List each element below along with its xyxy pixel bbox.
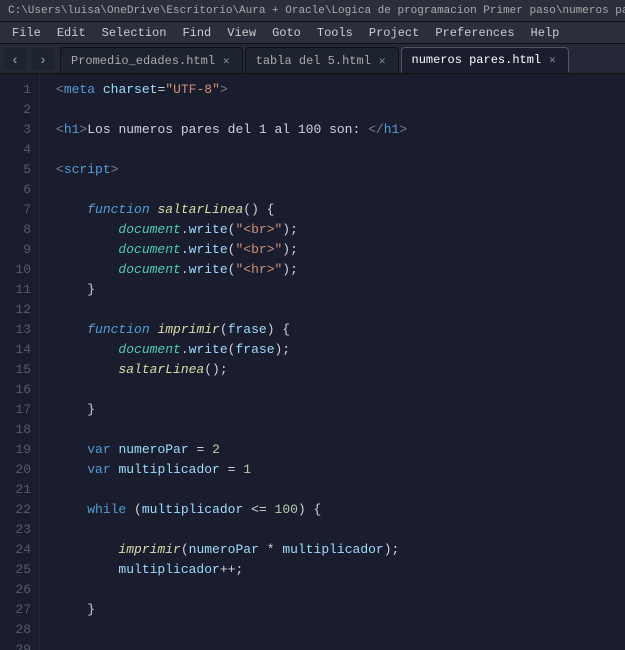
- tab-tabla[interactable]: tabla del 5.html ✕: [245, 47, 399, 73]
- code-line-2: [56, 100, 625, 120]
- line-num-17: 17: [0, 400, 31, 420]
- line-num-18: 18: [0, 420, 31, 440]
- code-line-6: [56, 180, 625, 200]
- tab-tabla-close[interactable]: ✕: [377, 53, 388, 69]
- code-line-16: [56, 380, 625, 400]
- line-num-19: 19: [0, 440, 31, 460]
- line-num-29: 29: [0, 640, 31, 650]
- line-num-23: 23: [0, 520, 31, 540]
- line-num-7: 7: [0, 200, 31, 220]
- code-line-14: document.write(frase);: [56, 340, 625, 360]
- menu-project[interactable]: Project: [361, 22, 427, 43]
- line-num-10: 10: [0, 260, 31, 280]
- code-line-24: imprimir(numeroPar * multiplicador);: [56, 540, 625, 560]
- code-line-4: [56, 140, 625, 160]
- line-num-20: 20: [0, 460, 31, 480]
- code-line-20: var multiplicador = 1: [56, 460, 625, 480]
- line-num-2: 2: [0, 100, 31, 120]
- code-line-27: }: [56, 600, 625, 620]
- code-line-5: <script>: [56, 160, 625, 180]
- line-num-21: 21: [0, 480, 31, 500]
- line-num-16: 16: [0, 380, 31, 400]
- menu-preferences[interactable]: Preferences: [427, 22, 522, 43]
- menu-edit[interactable]: Edit: [49, 22, 94, 43]
- line-num-24: 24: [0, 540, 31, 560]
- line-num-25: 25: [0, 560, 31, 580]
- menu-tools[interactable]: Tools: [309, 22, 361, 43]
- tab-numeros-close[interactable]: ✕: [547, 52, 558, 68]
- tab-nav-back[interactable]: ‹: [4, 48, 26, 70]
- code-line-11: }: [56, 280, 625, 300]
- menu-help[interactable]: Help: [523, 22, 568, 43]
- editor: 1 2 3 4 5 6 7 8 9 10 11 12 13 14 15 16 1…: [0, 74, 625, 650]
- code-line-15: saltarLinea();: [56, 360, 625, 380]
- line-num-1: 1: [0, 80, 31, 100]
- line-num-4: 4: [0, 140, 31, 160]
- menu-view[interactable]: View: [219, 22, 264, 43]
- code-area[interactable]: <meta charset="UTF-8"> <h1>Los numeros p…: [40, 74, 625, 650]
- code-line-21: [56, 480, 625, 500]
- title-bar: C:\Users\luisa\OneDrive\Escritorio\Aura …: [0, 0, 625, 22]
- line-num-28: 28: [0, 620, 31, 640]
- tab-promedio-close[interactable]: ✕: [221, 53, 232, 69]
- line-numbers: 1 2 3 4 5 6 7 8 9 10 11 12 13 14 15 16 1…: [0, 74, 40, 650]
- line-num-9: 9: [0, 240, 31, 260]
- tab-promedio[interactable]: Promedio_edades.html ✕: [60, 47, 243, 73]
- line-num-3: 3: [0, 120, 31, 140]
- line-num-5: 5: [0, 160, 31, 180]
- code-line-29: [56, 640, 625, 650]
- tab-tabla-label: tabla del 5.html: [256, 54, 371, 68]
- code-line-3: <h1>Los numeros pares del 1 al 100 son: …: [56, 120, 625, 140]
- menu-selection[interactable]: Selection: [94, 22, 175, 43]
- tab-numeros[interactable]: numeros pares.html ✕: [401, 47, 569, 73]
- menu-file[interactable]: File: [4, 22, 49, 43]
- code-line-19: var numeroPar = 2: [56, 440, 625, 460]
- code-line-17: }: [56, 400, 625, 420]
- line-num-26: 26: [0, 580, 31, 600]
- menu-find[interactable]: Find: [174, 22, 219, 43]
- line-num-15: 15: [0, 360, 31, 380]
- line-num-8: 8: [0, 220, 31, 240]
- tab-numeros-label: numeros pares.html: [412, 53, 542, 67]
- tab-nav-forward[interactable]: ›: [32, 48, 54, 70]
- code-line-8: document.write("<br>");: [56, 220, 625, 240]
- line-num-12: 12: [0, 300, 31, 320]
- line-num-11: 11: [0, 280, 31, 300]
- line-num-14: 14: [0, 340, 31, 360]
- code-line-26: [56, 580, 625, 600]
- line-num-6: 6: [0, 180, 31, 200]
- menu-bar: File Edit Selection Find View Goto Tools…: [0, 22, 625, 44]
- tab-bar: ‹ › Promedio_edades.html ✕ tabla del 5.h…: [0, 44, 625, 74]
- line-num-27: 27: [0, 600, 31, 620]
- code-line-25: multiplicador++;: [56, 560, 625, 580]
- code-line-23: [56, 520, 625, 540]
- tab-promedio-label: Promedio_edades.html: [71, 54, 215, 68]
- code-line-9: document.write("<br>");: [56, 240, 625, 260]
- code-line-12: [56, 300, 625, 320]
- menu-goto[interactable]: Goto: [264, 22, 309, 43]
- code-line-10: document.write("<hr>");: [56, 260, 625, 280]
- line-num-22: 22: [0, 500, 31, 520]
- line-num-13: 13: [0, 320, 31, 340]
- code-line-7: function saltarLinea() {: [56, 200, 625, 220]
- title-text: C:\Users\luisa\OneDrive\Escritorio\Aura …: [8, 5, 625, 17]
- code-line-22: while (multiplicador <= 100) {: [56, 500, 625, 520]
- code-line-28: [56, 620, 625, 640]
- code-line-13: function imprimir(frase) {: [56, 320, 625, 340]
- code-line-1: <meta charset="UTF-8">: [56, 80, 625, 100]
- code-line-18: [56, 420, 625, 440]
